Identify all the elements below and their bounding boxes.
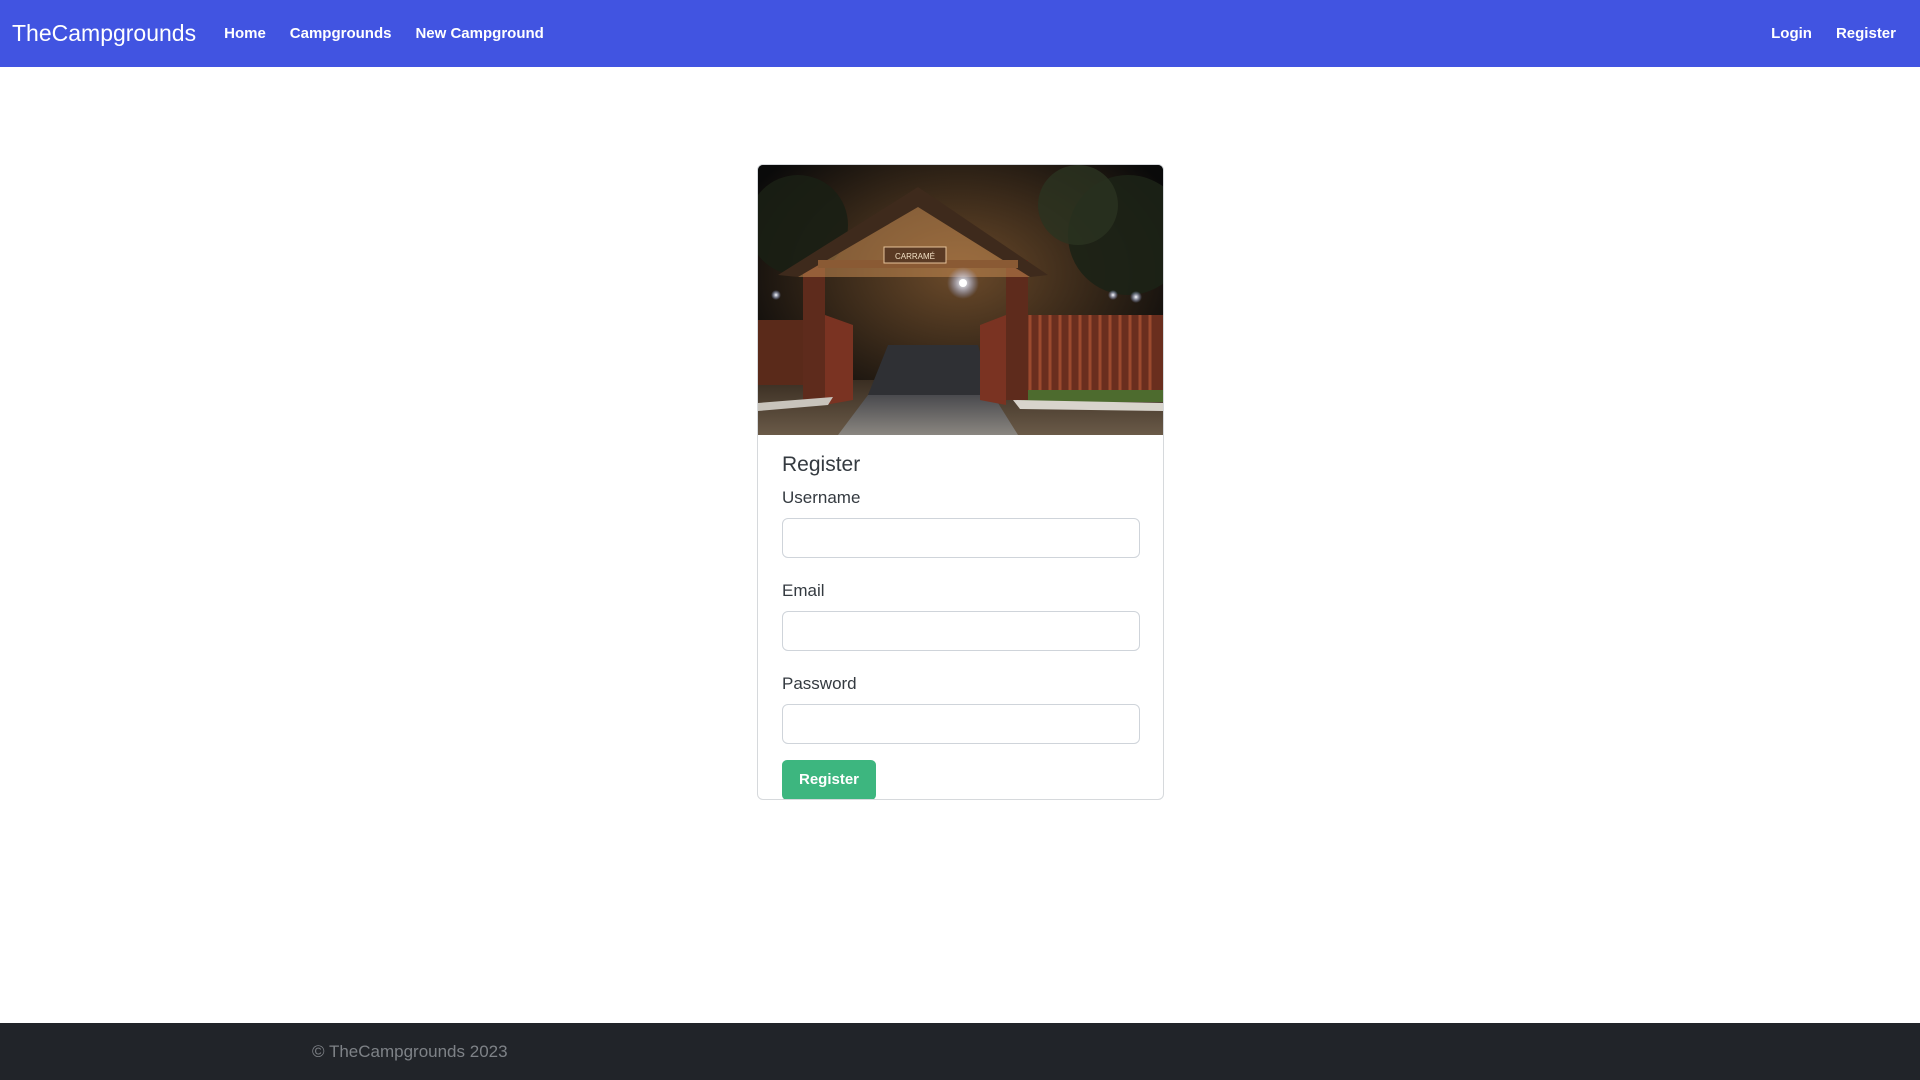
nav-link-campgrounds[interactable]: Campgrounds bbox=[278, 17, 404, 50]
card-body: Register Username Email Password Registe… bbox=[758, 435, 1163, 799]
nav-link-register[interactable]: Register bbox=[1824, 17, 1908, 50]
brand-link[interactable]: TheCampgrounds bbox=[12, 20, 196, 47]
email-input[interactable] bbox=[782, 611, 1140, 651]
footer-copyright: © TheCampgrounds 2023 bbox=[312, 1041, 508, 1061]
page-footer: © TheCampgrounds 2023 bbox=[0, 1023, 1920, 1080]
nav-link-login[interactable]: Login bbox=[1759, 17, 1824, 50]
page-title: Register bbox=[782, 453, 861, 476]
password-input[interactable] bbox=[782, 704, 1140, 744]
password-group: Password bbox=[782, 674, 1140, 744]
username-label: Username bbox=[782, 488, 861, 507]
campground-gate-image: CARRAMÉ bbox=[758, 165, 1163, 435]
nav-link-new-campground[interactable]: New Campground bbox=[403, 17, 555, 50]
email-label: Email bbox=[782, 581, 825, 600]
username-group: Username bbox=[782, 488, 1140, 558]
email-group: Email bbox=[782, 581, 1140, 651]
auth-links: Login Register bbox=[1759, 17, 1908, 50]
nav-links: Home Campgrounds New Campground bbox=[212, 17, 556, 50]
gate-sign-text: CARRAMÉ bbox=[895, 252, 935, 261]
top-navbar: TheCampgrounds Home Campgrounds New Camp… bbox=[0, 0, 1920, 67]
username-input[interactable] bbox=[782, 518, 1140, 558]
register-card: CARRAMÉ Register Username Email Password… bbox=[757, 164, 1164, 800]
password-label: Password bbox=[782, 674, 857, 693]
register-button[interactable]: Register bbox=[782, 760, 877, 799]
nav-link-home[interactable]: Home bbox=[212, 17, 278, 50]
